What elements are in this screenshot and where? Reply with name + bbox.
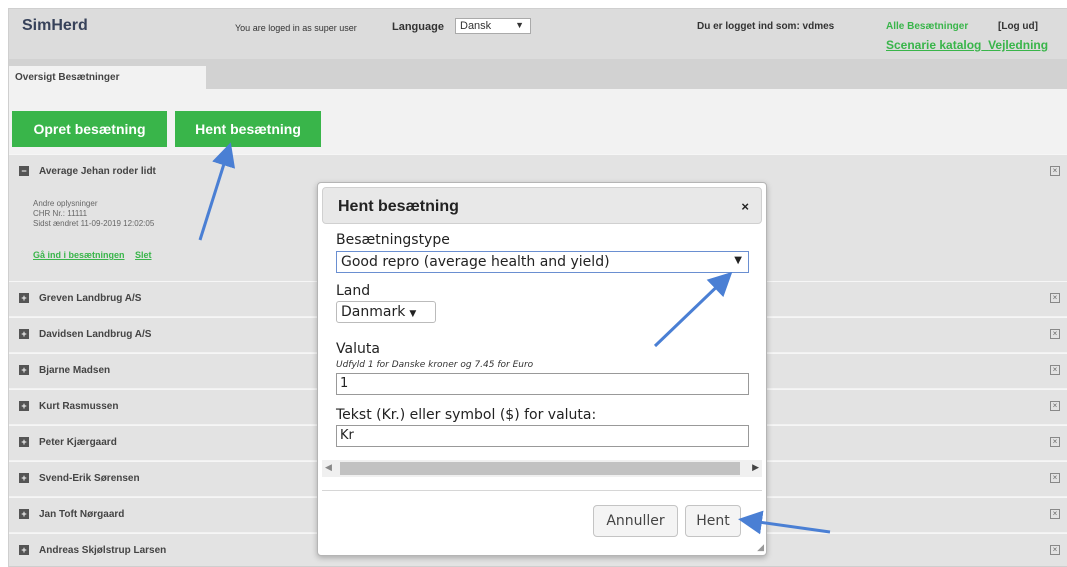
scrollbar-thumb[interactable] <box>340 462 740 475</box>
herd-name: Jan Toft Nørgaard <box>39 509 125 520</box>
herd-name: Bjarne Madsen <box>39 365 111 376</box>
country-select[interactable]: Danmark ▼ <box>336 301 436 323</box>
horizontal-scrollbar[interactable]: ◀ ▶ <box>322 460 762 477</box>
close-icon[interactable]: × <box>1050 329 1060 339</box>
header-links: Scenarie katalog_Vejledning <box>886 38 1048 52</box>
brand-logo: SimHerd <box>22 17 88 34</box>
dialog-close-icon[interactable]: × <box>741 199 749 214</box>
create-herd-button[interactable]: Opret besætning <box>12 111 167 147</box>
currency-symbol-label: Tekst (Kr.) eller symbol ($) for valuta: <box>336 407 597 423</box>
tab-overview[interactable]: Oversigt Besætninger <box>9 66 206 89</box>
logout-link[interactable]: [Log ud] <box>998 21 1038 32</box>
fetch-herd-dialog: Hent besætning × Besætningstype Good rep… <box>317 182 767 556</box>
herd-name: Andreas Skjølstrup Larsen <box>39 545 167 556</box>
scenario-catalog-link[interactable]: Scenarie katalog <box>886 38 981 52</box>
expand-icon[interactable]: + <box>19 509 29 519</box>
top-header: SimHerd You are loged in as super user L… <box>9 9 1067 59</box>
delete-herd-link[interactable]: Slet <box>135 250 152 260</box>
chr-number: CHR Nr.: 11111 <box>33 209 88 218</box>
scroll-right-icon[interactable]: ▶ <box>752 462 759 473</box>
scroll-left-icon[interactable]: ◀ <box>325 462 332 473</box>
collapse-icon[interactable]: − <box>19 166 29 176</box>
fetch-button[interactable]: Hent <box>685 505 741 537</box>
herd-links: Gå ind i besætningen Slet <box>33 250 160 260</box>
resize-handle-icon[interactable]: ◢ <box>757 542 764 553</box>
currency-input[interactable]: 1 <box>336 373 749 395</box>
language-label: Language <box>392 21 444 33</box>
close-icon[interactable]: × <box>1050 293 1060 303</box>
country-label: Land <box>336 283 371 299</box>
herd-type-label: Besætningstype <box>336 232 450 248</box>
currency-hint: Udfyld 1 for Danske kroner og 7.45 for E… <box>336 360 534 370</box>
logged-in-status: You are loged in as super user <box>235 23 357 33</box>
close-icon[interactable]: × <box>1050 166 1060 176</box>
close-icon[interactable]: × <box>1050 401 1060 411</box>
close-icon[interactable]: × <box>1050 365 1060 375</box>
currency-symbol-input[interactable]: Kr <box>336 425 749 447</box>
dropdown-arrow-icon: ▼ <box>734 255 742 266</box>
herd-name: Kurt Rasmussen <box>39 401 119 412</box>
all-herds-link[interactable]: Alle Besætninger <box>886 21 968 32</box>
herd-name: Davidsen Landbrug A/S <box>39 329 152 340</box>
dialog-titlebar[interactable]: Hent besætning × <box>322 187 762 224</box>
country-value: Danmark <box>341 304 406 320</box>
herd-type-select[interactable]: Good repro (average health and yield) ▼ <box>336 251 749 273</box>
currency-label: Valuta <box>336 341 380 357</box>
dropdown-arrow-icon: ▼ <box>515 20 524 30</box>
dialog-title: Hent besætning <box>338 198 459 215</box>
expand-icon[interactable]: + <box>19 329 29 339</box>
herd-name: Svend-Erik Sørensen <box>39 473 140 484</box>
expand-icon[interactable]: + <box>19 365 29 375</box>
close-icon[interactable]: × <box>1050 437 1060 447</box>
expand-icon[interactable]: + <box>19 437 29 447</box>
language-value: Dansk <box>460 20 492 32</box>
herd-name: Greven Landbrug A/S <box>39 293 142 304</box>
dropdown-arrow-icon: ▼ <box>409 309 417 319</box>
herd-type-value: Good repro (average health and yield) <box>341 254 610 270</box>
expand-icon[interactable]: + <box>19 293 29 303</box>
guide-link[interactable]: Vejledning <box>988 38 1048 52</box>
herd-name: Average Jehan roder lidt <box>39 166 156 177</box>
dialog-divider <box>322 490 762 491</box>
close-icon[interactable]: × <box>1050 509 1060 519</box>
expand-icon[interactable]: + <box>19 473 29 483</box>
enter-herd-link[interactable]: Gå ind i besætningen <box>33 250 125 260</box>
tab-bar: Oversigt Besætninger <box>9 59 1067 89</box>
language-select[interactable]: Dansk ▼ <box>455 18 531 34</box>
other-info: Andre oplysninger <box>33 199 98 208</box>
expand-icon[interactable]: + <box>19 401 29 411</box>
fetch-herd-button[interactable]: Hent besætning <box>175 111 321 147</box>
close-icon[interactable]: × <box>1050 473 1060 483</box>
user-info: Du er logget ind som: vdmes <box>697 21 835 32</box>
last-changed: Sidst ændret 11-09-2019 12:02:05 <box>33 219 155 228</box>
expand-icon[interactable]: + <box>19 545 29 555</box>
close-icon[interactable]: × <box>1050 545 1060 555</box>
cancel-button[interactable]: Annuller <box>593 505 678 537</box>
herd-name: Peter Kjærgaard <box>39 437 117 448</box>
